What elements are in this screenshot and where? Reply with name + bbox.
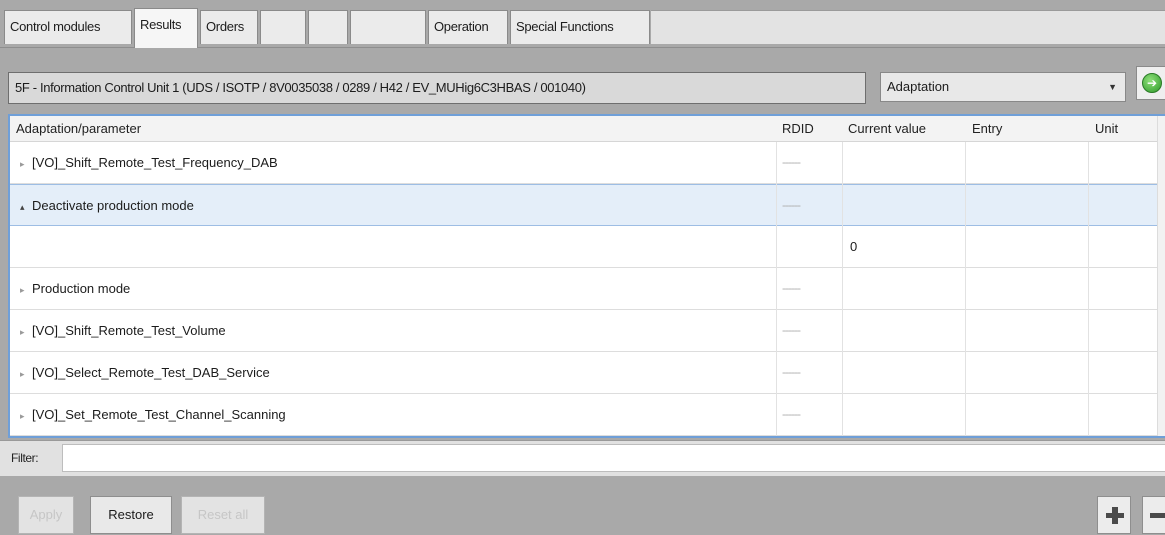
go-button[interactable]: ➔ <box>1136 66 1165 100</box>
control-unit-title: 5F - Information Control Unit 1 (UDS / I… <box>8 72 866 104</box>
expand-arrow-icon[interactable]: ▸ <box>20 270 26 311</box>
table-row[interactable]: ▸ [VO]_Select_Remote_Test_DAB_Service ---… <box>10 352 1165 394</box>
table-row-selected[interactable]: ▴ Deactivate production mode ------ <box>10 184 1165 226</box>
expand-arrow-icon[interactable]: ▸ <box>20 144 26 185</box>
column-header-current-value[interactable]: Current value <box>848 116 926 142</box>
parameter-name: Production mode <box>32 281 131 296</box>
rdid-cell: ------ <box>782 323 801 337</box>
filter-label: Filter: <box>11 451 39 465</box>
table-row[interactable]: ▸ Production mode ------ <box>10 268 1165 310</box>
filter-bar: Filter: <box>0 440 1165 476</box>
column-divider <box>1088 142 1089 436</box>
add-button[interactable] <box>1097 496 1131 534</box>
column-divider <box>965 142 966 436</box>
current-value-cell: 0 <box>850 239 858 254</box>
rdid-cell: ------ <box>782 365 801 379</box>
function-mode-select[interactable]: Adaptation ▼ <box>880 72 1126 102</box>
tab-bar-filler <box>651 10 1165 44</box>
rdid-cell: ------ <box>782 407 801 421</box>
expand-arrow-icon[interactable]: ▸ <box>20 312 26 353</box>
column-header-unit[interactable]: Unit <box>1095 116 1118 142</box>
remove-button[interactable] <box>1142 496 1165 534</box>
parameter-name: Deactivate production mode <box>32 198 194 213</box>
column-header-entry[interactable]: Entry <box>972 116 1002 142</box>
tab-disabled-3 <box>350 10 426 44</box>
tab-operation[interactable]: Operation <box>428 10 508 44</box>
rdid-cell: ------ <box>782 155 801 169</box>
tab-control-modules[interactable]: Control modules <box>4 10 132 44</box>
tab-disabled-2 <box>308 10 348 44</box>
tab-orders[interactable]: Orders <box>200 10 258 44</box>
chevron-down-icon: ▼ <box>1108 82 1117 92</box>
column-divider <box>842 142 843 436</box>
adaptation-table: Adaptation/parameter RDID Current value … <box>8 114 1165 438</box>
column-header-parameter[interactable]: Adaptation/parameter <box>16 116 141 142</box>
parameter-name: [VO]_Set_Remote_Test_Channel_Scanning <box>32 407 286 422</box>
rdid-cell: ------ <box>782 281 801 295</box>
column-header-rdid[interactable]: RDID <box>782 116 814 142</box>
table-row[interactable]: ▸ [VO]_Shift_Remote_Test_Volume ------ <box>10 310 1165 352</box>
table-row-child[interactable]: 0 <box>10 226 1165 268</box>
parameter-name: [VO]_Shift_Remote_Test_Frequency_DAB <box>32 155 278 170</box>
table-row[interactable]: ▸ [VO]_Set_Remote_Test_Channel_Scanning -… <box>10 394 1165 436</box>
collapse-arrow-icon[interactable]: ▴ <box>20 187 26 228</box>
tab-results[interactable]: Results <box>134 8 198 48</box>
expand-arrow-icon[interactable]: ▸ <box>20 396 26 436</box>
function-mode-value: Adaptation <box>887 79 950 94</box>
restore-button[interactable]: Restore <box>90 496 172 534</box>
column-divider <box>776 142 777 436</box>
rdid-cell: ------ <box>782 198 801 212</box>
filter-input[interactable] <box>62 444 1165 472</box>
green-arrow-circle-icon: ➔ <box>1142 73 1162 93</box>
apply-button[interactable]: Apply <box>18 496 74 534</box>
parameter-name: [VO]_Shift_Remote_Test_Volume <box>32 323 226 338</box>
tab-special-functions[interactable]: Special Functions <box>510 10 650 44</box>
table-row[interactable]: ▸ [VO]_Shift_Remote_Test_Frequency_DAB --… <box>10 142 1165 184</box>
tab-disabled-1 <box>260 10 306 44</box>
tab-bar: Control modules Results Orders Operation… <box>0 0 1165 48</box>
reset-all-button[interactable]: Reset all <box>181 496 265 534</box>
parameter-name: [VO]_Select_Remote_Test_DAB_Service <box>32 365 270 380</box>
table-header: Adaptation/parameter RDID Current value … <box>10 116 1165 142</box>
expand-arrow-icon[interactable]: ▸ <box>20 354 26 395</box>
vertical-scrollbar[interactable] <box>1157 116 1165 436</box>
